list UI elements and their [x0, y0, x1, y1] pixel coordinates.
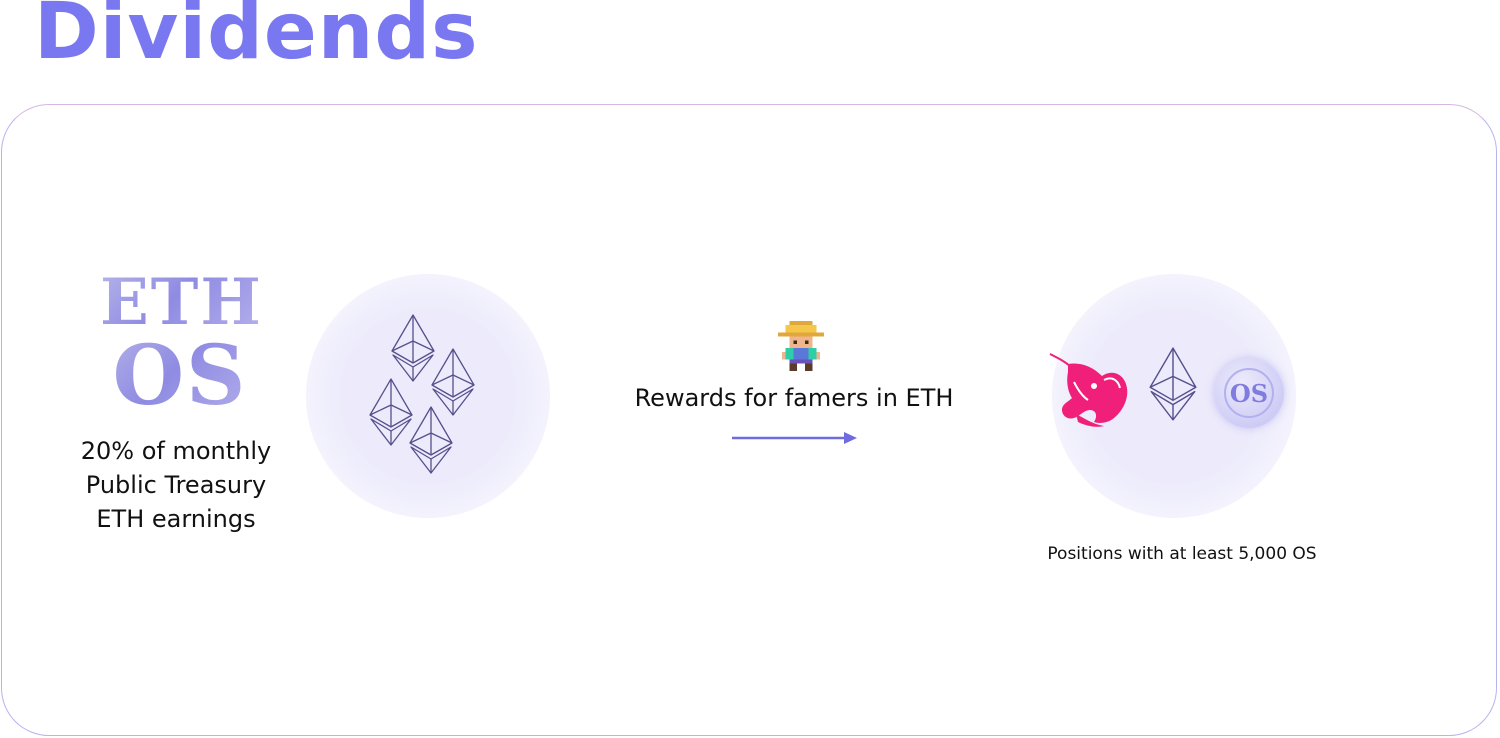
treasury-line: ETH earnings — [96, 505, 256, 533]
eth-os-logo: ETH OS — [100, 265, 263, 418]
rewards-label: Rewards for famers in ETH — [634, 384, 954, 412]
treasury-line: 20% of monthly — [80, 437, 272, 465]
logo-os-text: OS — [100, 335, 260, 417]
treasury-description: 20% of monthly Public Treasury ETH earni… — [60, 434, 292, 536]
eth-pool-halo — [306, 274, 550, 518]
logo-eth-text: ETH — [100, 265, 263, 340]
ethereum-icon — [1149, 347, 1197, 421]
os-coin-icon: OS — [1214, 358, 1284, 428]
positions-label: Positions with at least 5,000 OS — [1047, 544, 1317, 564]
page-title: Dividends — [34, 0, 479, 77]
pixel-farmer-icon — [778, 321, 824, 371]
os-coin-label: OS — [1224, 368, 1274, 418]
treasury-line: Public Treasury — [85, 471, 267, 499]
ethereum-icon — [409, 406, 453, 474]
arrow-right-icon — [732, 432, 857, 444]
uniswap-unicorn-icon — [1049, 353, 1128, 427]
